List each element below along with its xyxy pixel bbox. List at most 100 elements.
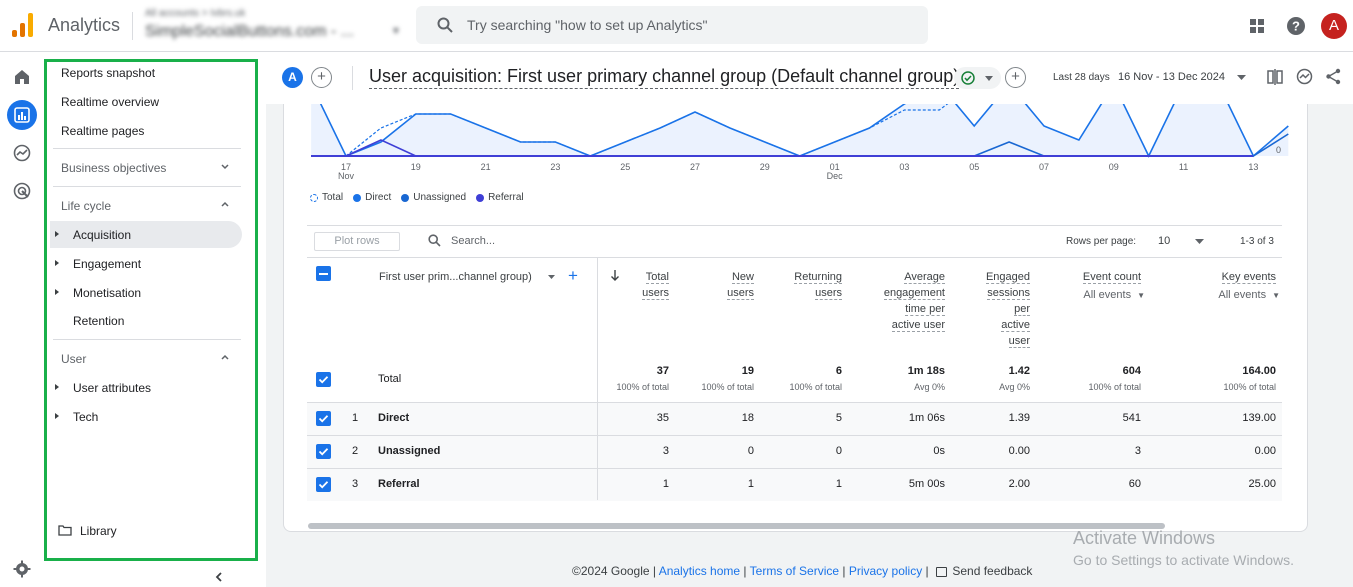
- total-value: 604: [1122, 365, 1141, 377]
- advertising-icon[interactable]: [7, 176, 37, 206]
- add-dimension-button[interactable]: +: [568, 266, 578, 286]
- column-header-text: time per: [905, 303, 945, 316]
- rows-per-page-label: Rows per page:: [1066, 236, 1137, 247]
- add-comparison-button[interactable]: +: [311, 67, 332, 88]
- column-header[interactable]: Engaged sessions per active user: [985, 269, 1030, 349]
- table-cell: 0.00: [1254, 445, 1276, 457]
- settings-gear-icon[interactable]: [7, 554, 37, 584]
- home-icon[interactable]: [7, 62, 37, 92]
- expand-arrow-icon[interactable]: [55, 260, 59, 266]
- analytics-home-link[interactable]: Analytics home: [659, 564, 740, 578]
- expand-arrow-icon[interactable]: [55, 289, 59, 295]
- copyright-text: ©2024 Google |: [572, 564, 657, 578]
- chart-legend: Total Direct Unassigned Referral: [310, 192, 524, 203]
- insights-icon[interactable]: [1296, 68, 1313, 85]
- reports-icon[interactable]: [7, 100, 37, 130]
- total-percent: Avg 0%: [914, 382, 945, 392]
- sort-arrow-down-icon[interactable]: [610, 270, 620, 281]
- totals-checkbox[interactable]: [316, 372, 331, 387]
- add-filter-button[interactable]: +: [1005, 67, 1026, 88]
- column-header[interactable]: Event count All events ▼: [1082, 269, 1145, 304]
- row-checkbox[interactable]: [316, 444, 331, 459]
- row-checkbox[interactable]: [316, 477, 331, 492]
- dimension-header[interactable]: First user prim...channel group): [379, 271, 532, 283]
- date-range-selector[interactable]: 16 Nov - 13 Dec 2024: [1118, 71, 1225, 83]
- footer-separator: |: [925, 564, 929, 578]
- table-cell: 60: [1128, 478, 1141, 490]
- table-cell: 1.39: [1008, 412, 1030, 424]
- nav-item-reports-snapshot[interactable]: Reports snapshot: [61, 66, 155, 80]
- send-feedback-link[interactable]: Send feedback: [952, 564, 1032, 578]
- column-header[interactable]: Total users: [642, 269, 669, 301]
- total-value: 6: [835, 365, 842, 377]
- x-tick-label: 19: [411, 162, 421, 172]
- column-header[interactable]: Average engagement time per active user: [883, 269, 945, 333]
- total-percent: Avg 0%: [999, 382, 1030, 392]
- rows-per-page-select[interactable]: 10: [1158, 235, 1170, 247]
- chevron-down-icon[interactable]: [220, 162, 230, 175]
- chevron-down-icon: [985, 76, 993, 81]
- column-header-text: per: [1014, 303, 1030, 316]
- column-header-text: user: [1008, 335, 1030, 348]
- nav-item-retention[interactable]: Retention: [73, 314, 124, 328]
- apps-grid-icon[interactable]: [1245, 14, 1269, 38]
- analytics-logo-icon[interactable]: [12, 13, 34, 37]
- column-header-text: Average: [904, 271, 945, 284]
- collapse-nav-icon[interactable]: [214, 570, 224, 586]
- terms-link[interactable]: Terms of Service: [750, 564, 839, 578]
- status-menu-button[interactable]: [954, 67, 1001, 89]
- chevron-down-icon[interactable]: [548, 275, 555, 279]
- column-header[interactable]: Key events All events ▼: [1218, 269, 1280, 304]
- table-cell: 1: [835, 478, 842, 490]
- nav-item-monetisation[interactable]: Monetisation: [73, 286, 141, 300]
- windows-watermark-subtitle: Go to Settings to activate Windows.: [1073, 552, 1294, 568]
- nav-item-user-attributes[interactable]: User attributes: [73, 381, 151, 395]
- share-icon[interactable]: [1325, 68, 1342, 85]
- expand-arrow-icon[interactable]: [55, 231, 59, 237]
- nav-item-library[interactable]: Library: [80, 524, 117, 538]
- event-filter-select[interactable]: All events ▼: [1083, 287, 1145, 304]
- row-label: Referral: [378, 478, 420, 490]
- comparison-chip[interactable]: A: [282, 67, 303, 88]
- expand-arrow-icon[interactable]: [55, 413, 59, 419]
- footer-separator: |: [743, 564, 747, 578]
- nav-item-acquisition[interactable]: Acquisition: [73, 228, 131, 242]
- privacy-link[interactable]: Privacy policy: [849, 564, 922, 578]
- avatar[interactable]: A: [1321, 13, 1347, 39]
- nav-item-engagement[interactable]: Engagement: [73, 257, 141, 271]
- total-value: 19: [741, 365, 754, 377]
- event-filter-select[interactable]: All events ▼: [1218, 287, 1280, 304]
- column-header[interactable]: New users: [727, 269, 754, 301]
- nav-section-life-cycle[interactable]: Life cycle: [61, 199, 111, 213]
- total-value: 37: [656, 365, 669, 377]
- compare-icon[interactable]: [1267, 69, 1283, 85]
- explore-icon[interactable]: [7, 138, 37, 168]
- search-input[interactable]: Try searching "how to set up Analytics": [416, 6, 928, 44]
- help-icon[interactable]: ?: [1284, 14, 1308, 38]
- total-percent: 100% of total: [616, 382, 669, 392]
- expand-arrow-icon[interactable]: [55, 384, 59, 390]
- nav-section-business-objectives[interactable]: Business objectives: [61, 161, 166, 175]
- chevron-up-icon[interactable]: [220, 199, 230, 212]
- x-tick-sublabel: Nov: [338, 171, 355, 181]
- legend-swatch-total: [310, 193, 318, 202]
- chevron-down-icon[interactable]: [1195, 239, 1204, 244]
- column-header[interactable]: Returning users: [794, 269, 842, 301]
- chevron-up-icon[interactable]: [220, 352, 230, 365]
- nav-section-user[interactable]: User: [61, 352, 86, 366]
- total-value: 164.00: [1242, 365, 1276, 377]
- chevron-down-icon[interactable]: [1237, 75, 1246, 80]
- nav-item-realtime-overview[interactable]: Realtime overview: [61, 95, 159, 109]
- nav-item-realtime-pages[interactable]: Realtime pages: [61, 124, 144, 138]
- account-selector[interactable]: All accounts > Ivbrs.uk SimpleSocialButt…: [145, 8, 405, 44]
- plot-rows-button[interactable]: Plot rows: [314, 232, 400, 251]
- row-checkbox[interactable]: [316, 411, 331, 426]
- nav-item-tech[interactable]: Tech: [73, 410, 98, 424]
- feedback-icon[interactable]: [936, 566, 948, 577]
- horizontal-scrollbar[interactable]: [308, 523, 1165, 529]
- table-cell: 0.00: [1008, 445, 1030, 457]
- table-search-input[interactable]: Search...: [451, 235, 495, 247]
- row-number: 2: [352, 445, 359, 457]
- column-header-text: active user: [891, 319, 945, 332]
- select-all-checkbox[interactable]: [316, 266, 331, 281]
